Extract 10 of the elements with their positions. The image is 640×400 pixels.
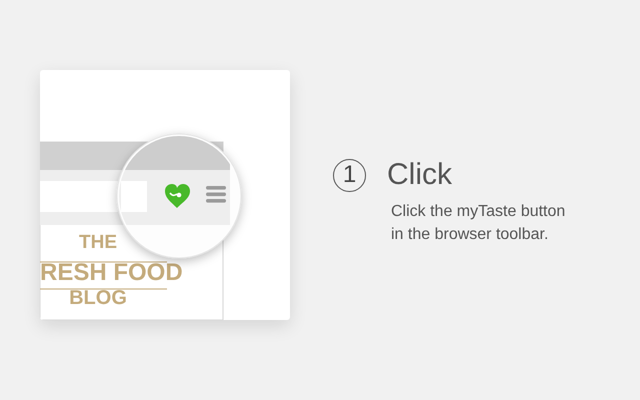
blog-logo-text: BLOG [69, 287, 127, 309]
step-description: Click the myTaste button in the browser toolbar. [391, 202, 566, 245]
step-number: 1 [333, 158, 366, 192]
menu-icon[interactable] [206, 186, 226, 203]
step-title: Click [387, 158, 452, 192]
magnified-address-field [121, 181, 147, 212]
blog-logo-text: RESH FOOD [40, 259, 183, 286]
blog-logo-text: THE [79, 232, 117, 253]
address-field[interactable] [40, 181, 118, 212]
heart-icon[interactable] [165, 184, 190, 208]
